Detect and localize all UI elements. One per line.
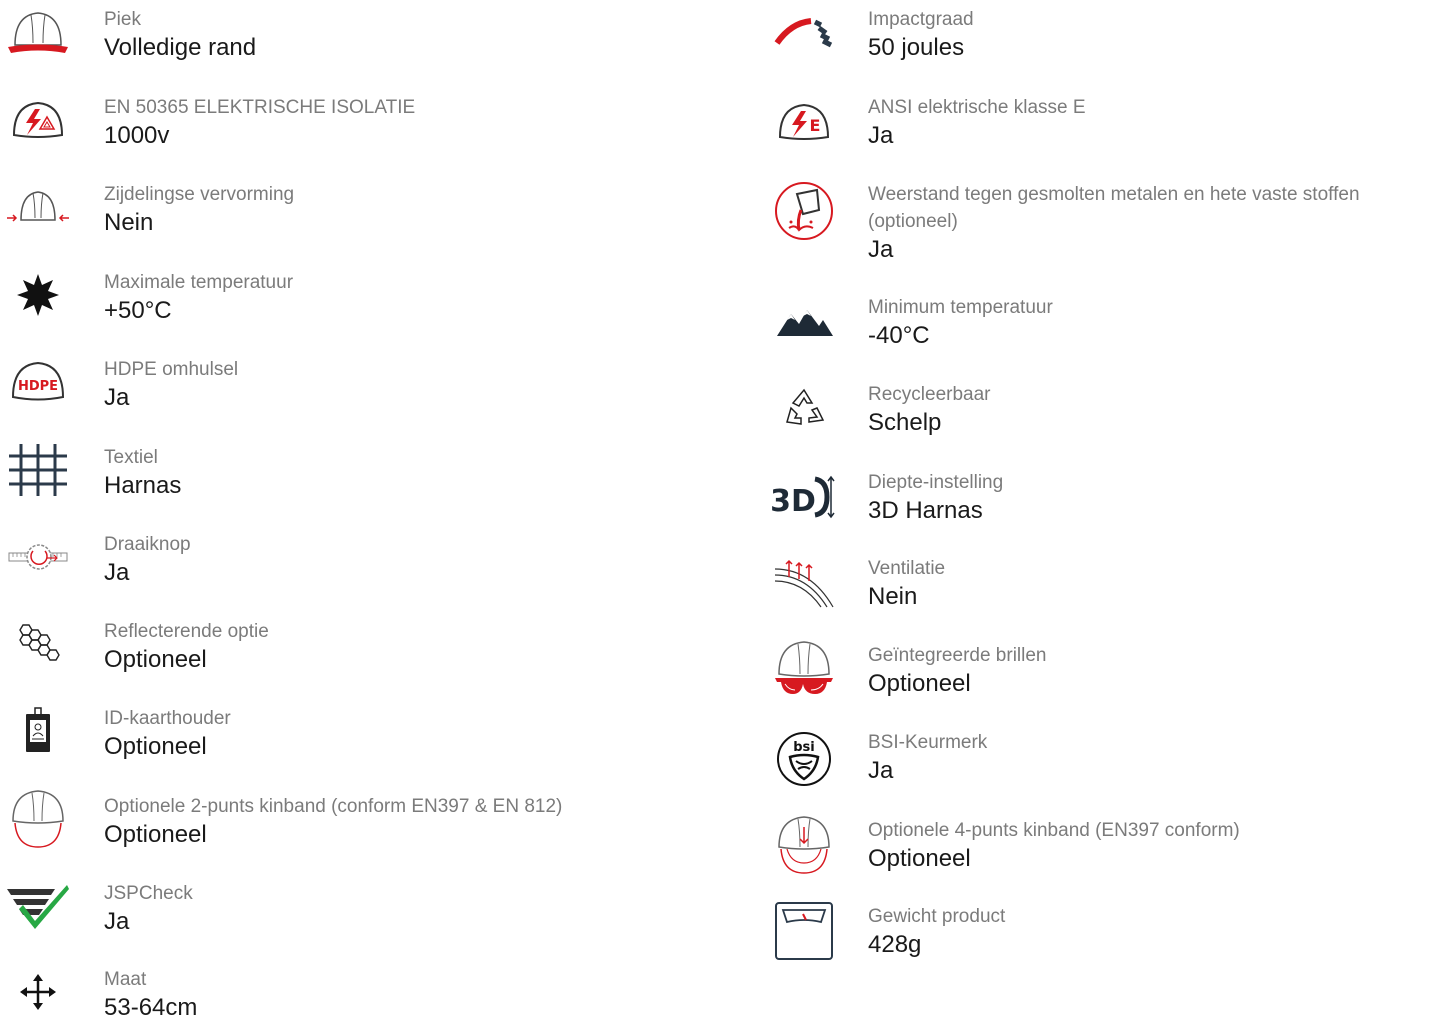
- feature-label: Impactgraad: [868, 9, 974, 30]
- feature-label: ANSI elektrische klasse E: [868, 97, 1086, 118]
- feature-value: 428g: [868, 931, 922, 958]
- feature-value: -40°C: [868, 322, 930, 349]
- feature-value: Optioneel: [868, 670, 971, 697]
- feature-label: Ventilatie: [868, 558, 946, 579]
- textile-grid-icon: [2, 442, 74, 498]
- lateral-deformation-icon: [2, 179, 74, 235]
- helmet-2-point-chinstrap-icon: [2, 790, 74, 848]
- feature-label: Maat: [104, 969, 147, 990]
- feature-value: 3D Harnas: [868, 497, 983, 524]
- feature-label: Optionele 2-punts kinband (conform EN397…: [104, 796, 563, 817]
- honeycomb-icon: [2, 616, 74, 672]
- feature-value: 53-64cm: [104, 994, 198, 1021]
- feature-value: Nein: [868, 583, 918, 610]
- feature-label: Textiel: [104, 447, 158, 468]
- feature-label: Reflecterende optie: [104, 621, 269, 642]
- feature-label: BSI-Keurmerk: [868, 732, 988, 753]
- feature-value: Harnas: [104, 472, 182, 499]
- feature-value: Optioneel: [104, 646, 207, 673]
- hdpe-helmet-icon: HDPE: [2, 354, 74, 410]
- helmet-full-brim-icon: [2, 4, 74, 60]
- feature-label: Minimum temperatuur: [868, 297, 1053, 318]
- feature-label: Zijdelingse vervorming: [104, 184, 295, 205]
- integrated-goggles-icon: [768, 641, 840, 698]
- feature-value: Volledige rand: [104, 34, 257, 61]
- 3d-icon-text: 3D: [771, 484, 816, 519]
- feature-label: Diepte-instelling: [868, 472, 1004, 493]
- electrical-insulation-icon: [2, 92, 74, 148]
- feature-label: ID-kaarthouder: [104, 708, 231, 729]
- feature-value: 1000v: [104, 122, 170, 149]
- bsi-icon-text: bsi: [793, 740, 815, 755]
- feature-label: Geïntegreerde brillen: [868, 645, 1047, 666]
- feature-value: Ja: [104, 559, 130, 586]
- feature-value: Nein: [104, 209, 154, 236]
- jspcheck-icon: [2, 878, 74, 934]
- id-card-holder-icon: [2, 703, 74, 759]
- ansi-class-e-icon: E: [768, 94, 840, 150]
- feature-label: HDPE omhulsel: [104, 359, 239, 380]
- ansi-icon-text: E: [810, 116, 821, 135]
- 3d-depth-icon: 3D: [768, 469, 840, 525]
- move-arrows-icon: [2, 964, 74, 1020]
- feature-label: Piek: [104, 9, 141, 30]
- feature-value: 50 joules: [868, 34, 965, 61]
- sun-icon: [2, 267, 74, 323]
- feature-label: EN 50365 ELEKTRISCHE ISOLATIE: [104, 97, 416, 118]
- feature-value: Optioneel: [104, 821, 207, 848]
- feature-value: Schelp: [868, 409, 942, 436]
- mountains-icon: [768, 294, 840, 350]
- feature-value: Ja: [868, 236, 894, 263]
- ratchet-knob-icon: [2, 529, 74, 585]
- ventilation-icon: [768, 555, 840, 611]
- helmet-4-point-chinstrap-icon: [768, 816, 840, 874]
- feature-value: Optioneel: [104, 733, 207, 760]
- feature-label: Recycleerbaar: [868, 384, 991, 405]
- feature-value: Ja: [104, 384, 130, 411]
- feature-label: Weerstand tegen gesmolten metalen en het…: [868, 184, 1360, 232]
- feature-value: Ja: [104, 908, 130, 935]
- feature-value: Ja: [868, 122, 894, 149]
- feature-value: Ja: [868, 757, 894, 784]
- bsi-kitemark-icon: bsi: [768, 731, 840, 787]
- weighing-scale-icon: [768, 902, 840, 960]
- feature-value: +50°C: [104, 297, 172, 324]
- feature-label: Maximale temperatuur: [104, 272, 294, 293]
- impact-gauge-icon: [768, 6, 840, 62]
- feature-label: Optionele 4-punts kinband (EN397 conform…: [868, 820, 1240, 841]
- feature-label: Gewicht product: [868, 906, 1006, 927]
- feature-label: Draaiknop: [104, 534, 191, 555]
- feature-value: Optioneel: [868, 845, 971, 872]
- recycle-icon: [768, 381, 840, 437]
- molten-metal-icon: [768, 182, 840, 240]
- feature-label: JSPCheck: [104, 883, 193, 904]
- hdpe-icon-text: HDPE: [18, 379, 58, 394]
